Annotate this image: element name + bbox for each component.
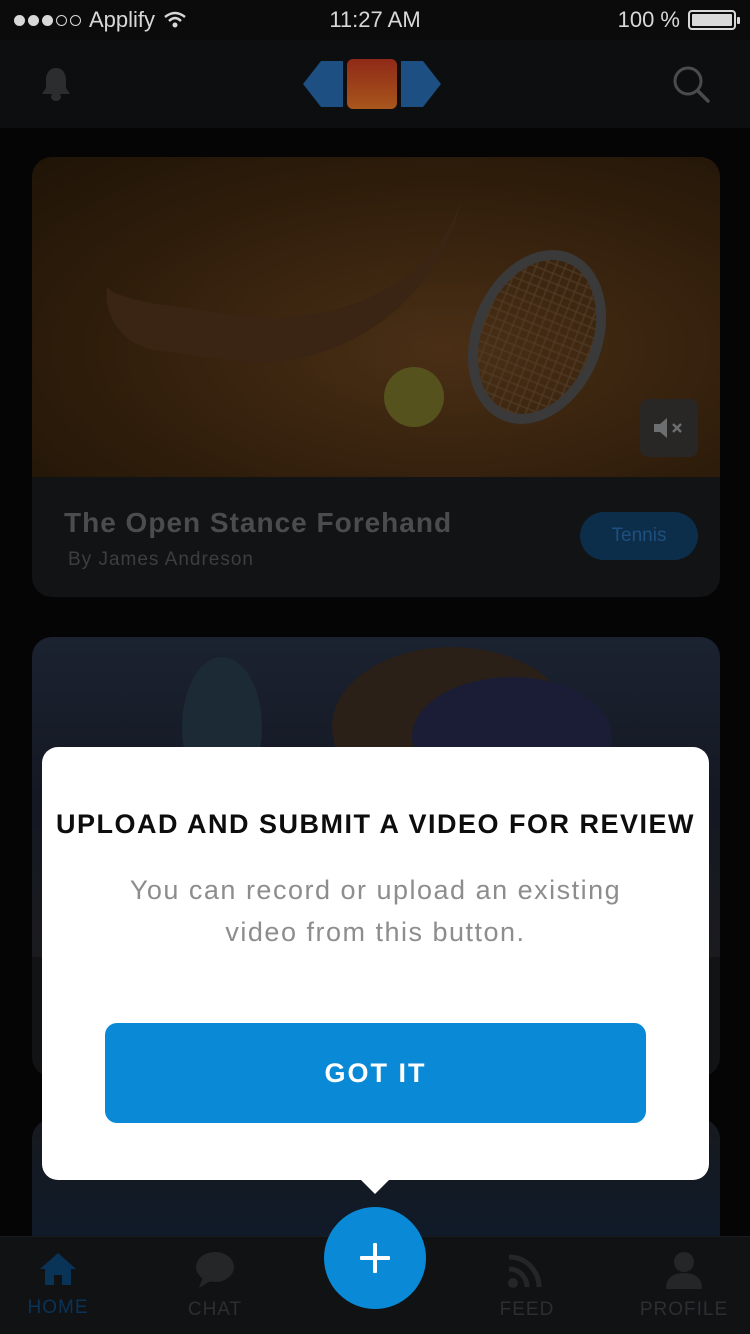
mute-button[interactable] [640, 399, 698, 457]
add-video-button[interactable] [324, 1207, 426, 1309]
home-icon [40, 1253, 76, 1285]
signal-strength-icon [14, 14, 81, 26]
plus-icon [360, 1243, 390, 1273]
carrier-name: Applify [89, 7, 156, 32]
video-author: By James Andreson [68, 549, 254, 570]
tab-profile[interactable]: PROFILE [624, 1237, 744, 1334]
tab-label: PROFILE [639, 1299, 729, 1320]
person-icon [666, 1252, 702, 1289]
tooltip-pointer [359, 1178, 391, 1194]
sport-tag[interactable]: Tennis [580, 512, 698, 560]
logo-right-panel [401, 61, 441, 107]
got-it-button[interactable]: GOT IT [105, 1023, 646, 1123]
tab-home[interactable]: HOME [0, 1237, 118, 1334]
tab-label: CHAT [187, 1299, 243, 1320]
battery-percentage: 100 % [617, 7, 680, 32]
app-header [0, 40, 750, 128]
sports-logo[interactable] [303, 59, 441, 109]
status-bar: Applify 11:27 AM 100 % [0, 0, 750, 40]
search-icon[interactable] [672, 65, 710, 103]
card-info: The Open Stance Forehand By James Andres… [32, 477, 720, 597]
video-title: The Open Stance Forehand [64, 507, 453, 538]
tab-chat[interactable]: CHAT [155, 1237, 275, 1334]
logo-left-panel [303, 61, 343, 107]
player-arm-shape [99, 157, 465, 390]
tooltip-message: You can record or upload an existing vid… [129, 875, 622, 947]
onboarding-tooltip: UPLOAD AND SUBMIT A VIDEO FOR REVIEW You… [42, 747, 709, 1180]
tab-label: HOME [27, 1297, 89, 1318]
tooltip-title: UPLOAD AND SUBMIT A VIDEO FOR REVIEW [55, 809, 695, 839]
battery-icon [688, 10, 740, 30]
battery-fill [692, 14, 732, 26]
carrier-group: Applify [14, 7, 187, 33]
video-card[interactable]: The Open Stance Forehand By James Andres… [32, 157, 720, 597]
video-thumbnail[interactable] [32, 157, 720, 477]
tennis-ball-shape [384, 367, 444, 427]
tennis-racket-shape [443, 229, 631, 445]
tab-feed[interactable]: FEED [467, 1237, 587, 1334]
chat-bubble-icon [196, 1252, 234, 1288]
bell-icon[interactable] [40, 66, 72, 102]
wifi-icon [164, 11, 186, 28]
tab-label: FEED [499, 1299, 555, 1320]
logo-center-panel [347, 59, 397, 109]
speaker-muted-icon [654, 418, 682, 438]
battery-group: 100 % [617, 7, 740, 33]
rss-icon [508, 1254, 542, 1288]
